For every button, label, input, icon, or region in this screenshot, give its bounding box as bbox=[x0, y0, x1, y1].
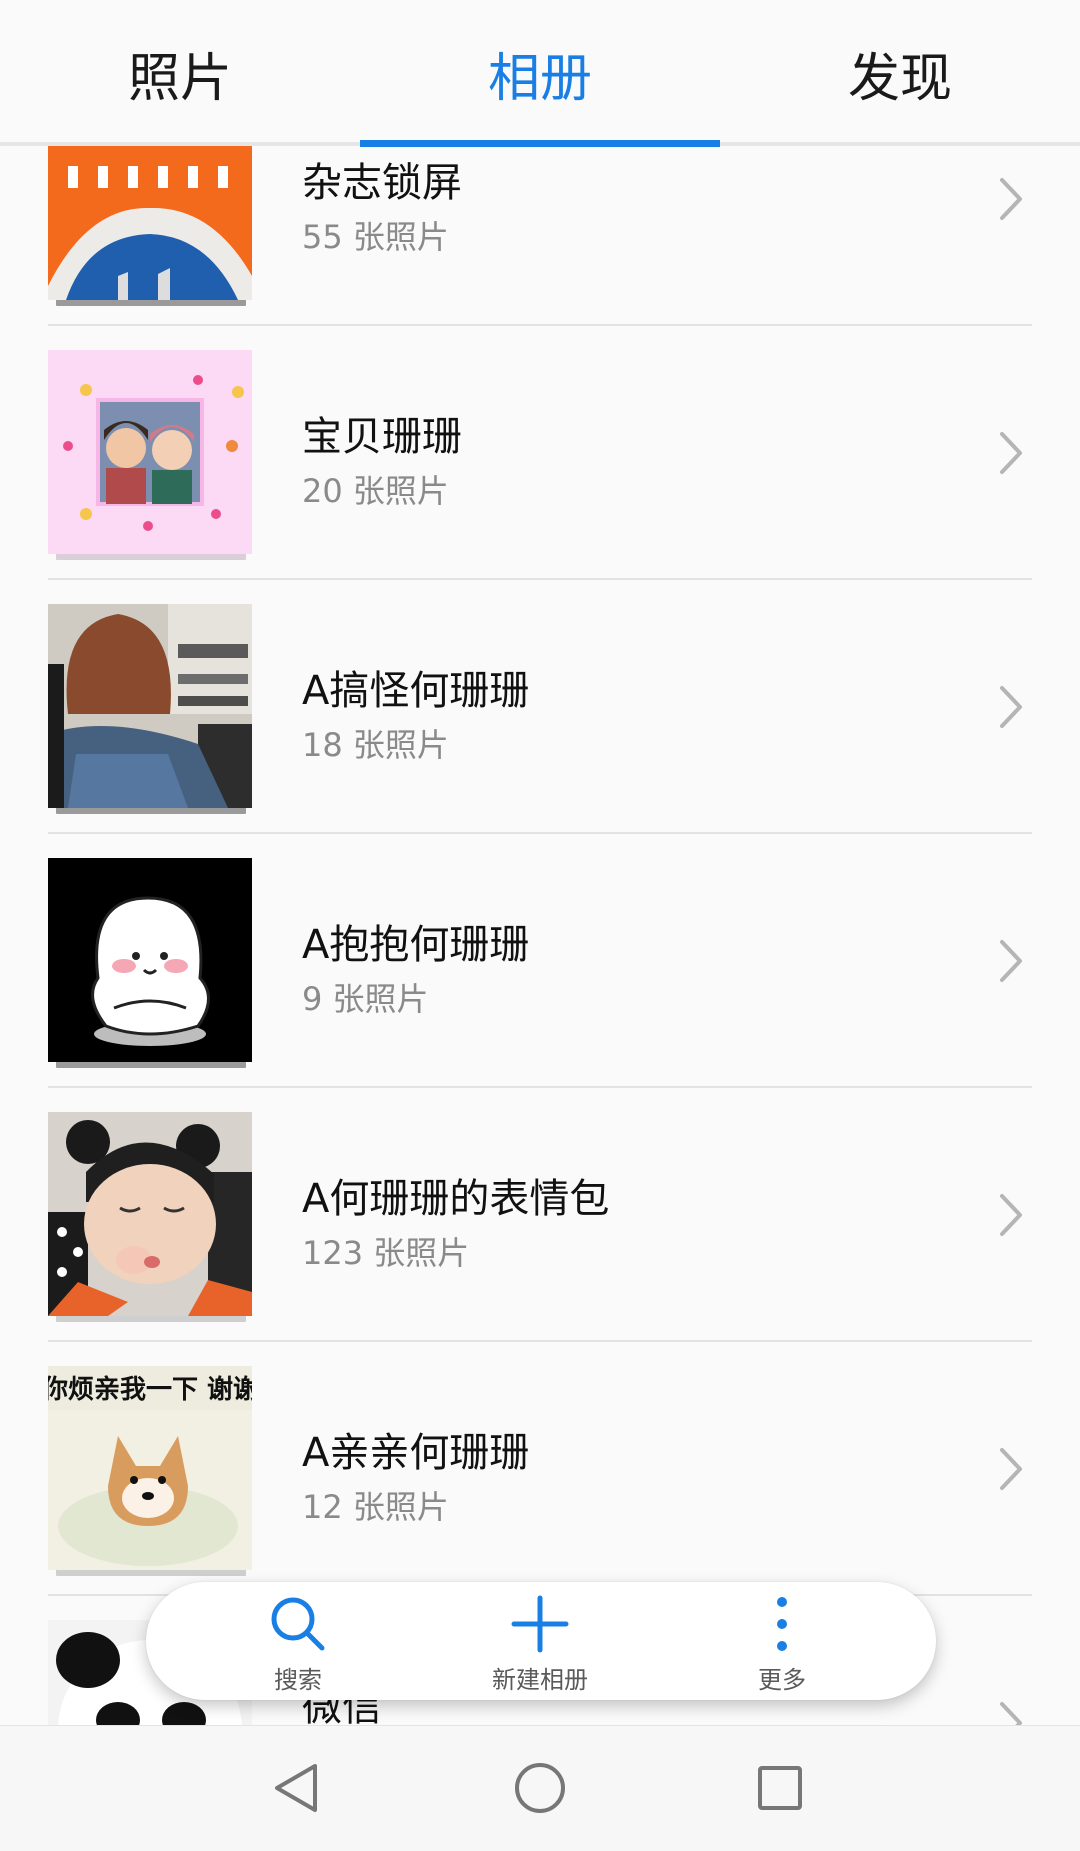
meme-caption: 你烦亲我一下 谢谢 bbox=[48, 1374, 252, 1405]
chevron-right-icon bbox=[1000, 1448, 1022, 1490]
cartoon-hug-thumbnail bbox=[48, 858, 252, 1062]
album-item[interactable]: 你烦亲我一下 谢谢 A亲亲何珊珊 12 张照片 bbox=[48, 1342, 1032, 1596]
search-icon bbox=[271, 1597, 325, 1651]
chevron-right-icon bbox=[1000, 686, 1022, 728]
tab-albums[interactable]: 相册 bbox=[360, 0, 720, 146]
search-label: 搜索 bbox=[274, 1666, 322, 1694]
active-tab-indicator bbox=[360, 140, 720, 147]
home-icon[interactable] bbox=[500, 1748, 580, 1828]
more-vertical-icon bbox=[777, 1597, 787, 1651]
chevron-right-icon bbox=[1000, 1194, 1022, 1236]
album-title: A搞怪何珊珊 bbox=[302, 668, 530, 714]
album-count: 55 张照片 bbox=[302, 218, 449, 256]
album-action-bar: 搜索 新建相册 更多 bbox=[146, 1582, 936, 1700]
album-title: A亲亲何珊珊 bbox=[302, 1430, 530, 1476]
more-label: 更多 bbox=[758, 1666, 806, 1694]
system-navigation-bar bbox=[0, 1725, 1080, 1851]
album-thumbnail bbox=[48, 604, 254, 818]
album-item[interactable]: A搞怪何珊珊 18 张照片 bbox=[48, 580, 1032, 834]
chevron-right-icon bbox=[1000, 1702, 1022, 1725]
album-thumbnail bbox=[48, 350, 254, 564]
album-count: 123 张照片 bbox=[302, 1234, 470, 1272]
gallery-screen: 杂志锁屏 55 张照片 宝贝珊珊 20 张照片 A搞怪何珊珊 18 张照片 A抱… bbox=[0, 0, 1080, 1851]
tab-photos[interactable]: 照片 bbox=[0, 0, 360, 146]
new-album-label: 新建相册 bbox=[492, 1666, 588, 1694]
more-button[interactable]: 更多 bbox=[662, 1582, 902, 1700]
selfie-pink-frame-thumbnail bbox=[48, 350, 252, 554]
album-item[interactable]: A抱抱何珊珊 9 张照片 bbox=[48, 834, 1032, 1088]
person-back-thumbnail bbox=[48, 604, 252, 808]
album-title: A何珊珊的表情包 bbox=[302, 1176, 610, 1222]
chevron-right-icon bbox=[1000, 178, 1022, 220]
dog-meme-thumbnail: 你烦亲我一下 谢谢 bbox=[48, 1366, 252, 1570]
child-face-thumbnail bbox=[48, 1112, 252, 1316]
search-button[interactable]: 搜索 bbox=[178, 1582, 418, 1700]
album-item[interactable]: A何珊珊的表情包 123 张照片 bbox=[48, 1088, 1032, 1342]
album-count: 20 张照片 bbox=[302, 472, 449, 510]
album-title: 杂志锁屏 bbox=[302, 160, 462, 206]
chevron-right-icon bbox=[1000, 432, 1022, 474]
new-album-button[interactable]: 新建相册 bbox=[420, 1582, 660, 1700]
album-count: 18 张照片 bbox=[302, 726, 449, 764]
recent-apps-icon[interactable] bbox=[740, 1748, 820, 1828]
album-title: 宝贝珊珊 bbox=[302, 414, 462, 460]
album-list[interactable]: 杂志锁屏 55 张照片 宝贝珊珊 20 张照片 A搞怪何珊珊 18 张照片 A抱… bbox=[0, 0, 1080, 1725]
back-icon[interactable] bbox=[259, 1748, 339, 1828]
album-thumbnail bbox=[48, 1112, 254, 1326]
plus-icon bbox=[511, 1595, 569, 1653]
album-count: 9 张照片 bbox=[302, 980, 429, 1018]
album-item[interactable]: 宝贝珊珊 20 张照片 bbox=[48, 326, 1032, 580]
chevron-right-icon bbox=[1000, 940, 1022, 982]
album-title: A抱抱何珊珊 bbox=[302, 922, 530, 968]
album-thumbnail: 你烦亲我一下 谢谢 bbox=[48, 1366, 254, 1580]
album-thumbnail bbox=[48, 858, 254, 1072]
tab-discover[interactable]: 发现 bbox=[720, 0, 1080, 146]
album-count: 12 张照片 bbox=[302, 1488, 449, 1526]
top-tab-bar: 照片 相册 发现 bbox=[0, 0, 1080, 147]
